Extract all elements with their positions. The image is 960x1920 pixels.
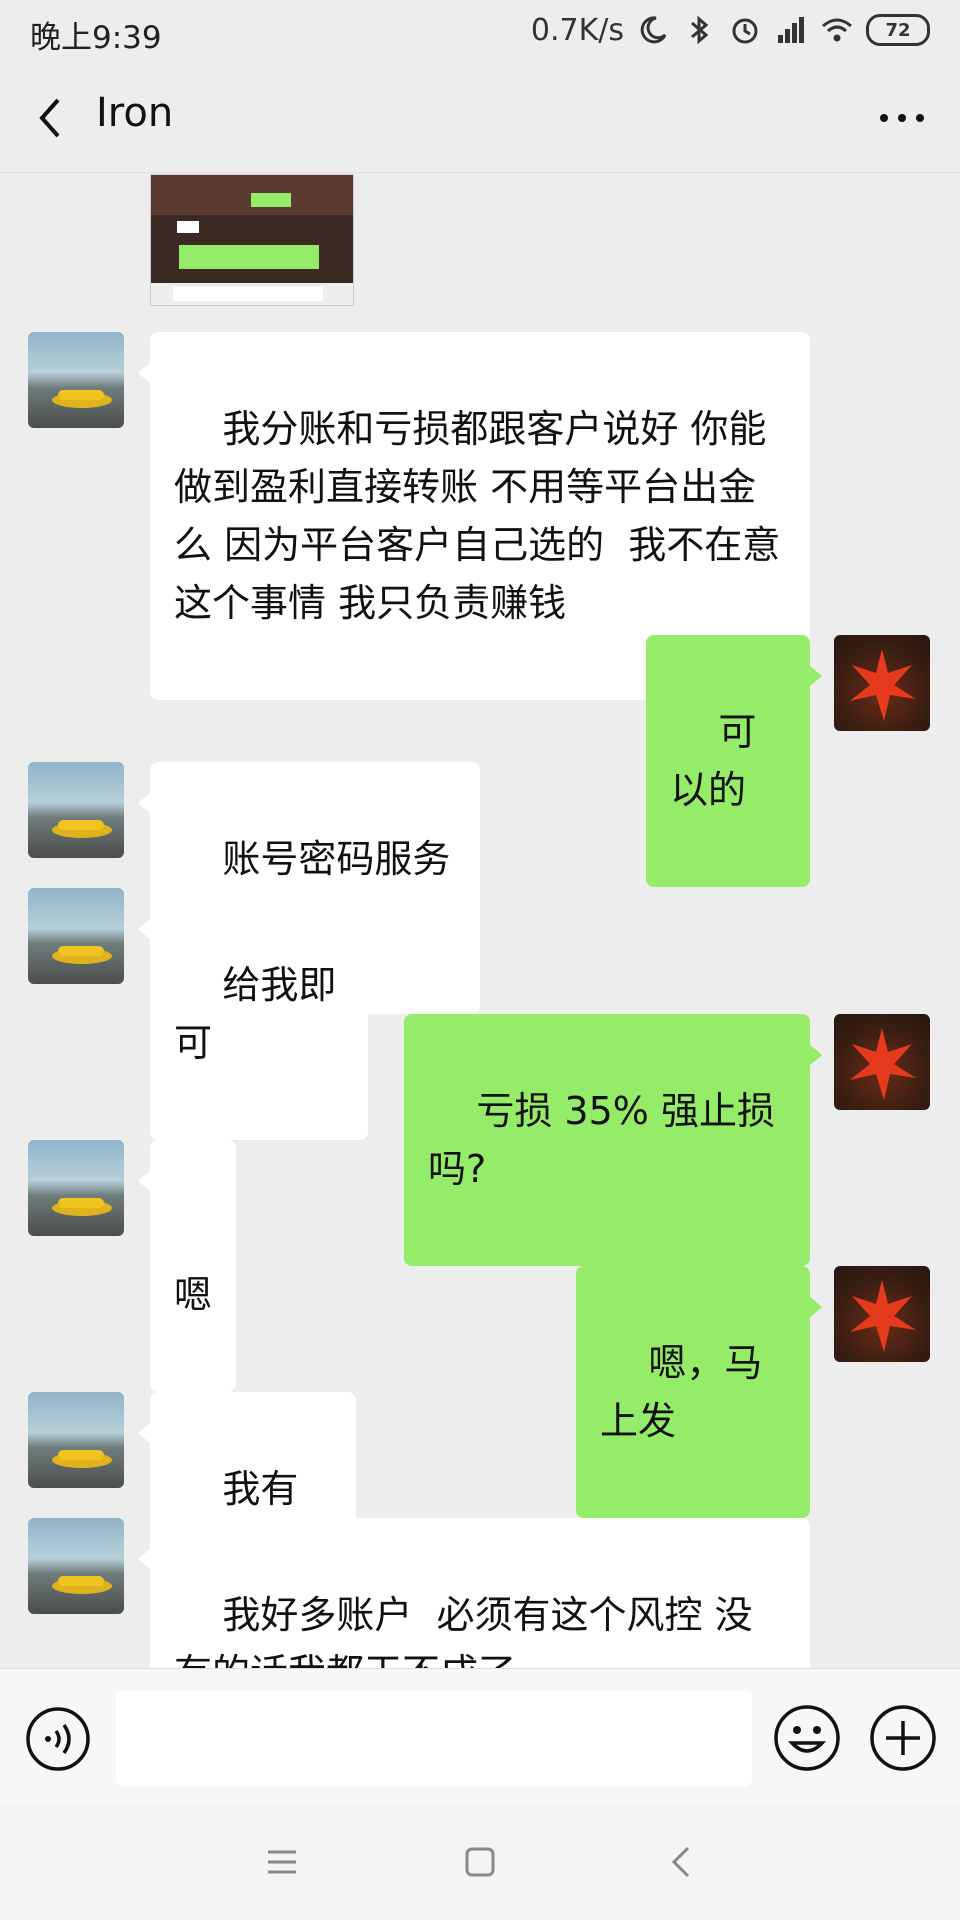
status-bar: 晚上9:39 0.7K/s 72 (0, 0, 960, 60)
image-message[interactable] (150, 174, 354, 306)
moon-icon (640, 16, 667, 44)
message-bubble[interactable]: 嗯 (138, 1140, 236, 1392)
network-speed: 0.7K/s (530, 12, 624, 48)
message-bubble[interactable]: 给我即可 (138, 888, 368, 1140)
screenshot-thumbnail (151, 175, 353, 305)
contact-avatar[interactable] (28, 1518, 124, 1614)
chevron-left-icon[interactable] (26, 90, 76, 146)
contact-avatar[interactable] (28, 1140, 124, 1236)
message-text: 给我即可 (174, 963, 337, 1065)
plus-icon[interactable] (868, 1703, 938, 1773)
contact-avatar[interactable] (28, 762, 124, 858)
bluetooth-icon (691, 15, 709, 45)
chat-title: Iron (96, 90, 174, 136)
contact-avatar[interactable] (28, 1392, 124, 1488)
input-bar (0, 1668, 960, 1805)
chat-header: Iron (0, 60, 960, 173)
message-bubble[interactable]: 我好多账户 必须有这个风控 没有的话我都干不成了 (138, 1518, 810, 1668)
my-avatar[interactable] (834, 635, 930, 731)
more-icon[interactable] (872, 90, 932, 146)
message-text: 我好多账户 必须有这个风控 没有的话我都干不成了 (174, 1593, 753, 1668)
my-avatar[interactable] (834, 1014, 930, 1110)
my-avatar[interactable] (834, 1266, 930, 1362)
status-time: 晚上9:39 (30, 20, 162, 56)
menu-icon[interactable] (262, 1842, 302, 1882)
message-input[interactable] (116, 1691, 752, 1787)
contact-avatar[interactable] (28, 332, 124, 428)
status-icons: 0.7K/s 72 (531, 10, 930, 50)
message-text: 可以的 (670, 710, 757, 812)
contact-avatar[interactable] (28, 888, 124, 984)
message-text: 亏损 35% 强止损吗? (428, 1089, 775, 1191)
voice-icon[interactable] (24, 1705, 92, 1773)
system-nav-bar (0, 1804, 960, 1920)
battery-icon: 72 (866, 14, 930, 46)
message-bubble[interactable]: 嗯，马上发 (576, 1266, 822, 1518)
back-icon[interactable] (662, 1842, 702, 1882)
message-text: 我分账和亏损都跟客户说好 你能做到盈利直接转账 不用等平台出金么 因为平台客户自… (174, 407, 781, 625)
message-bubble[interactable]: 可以的 (646, 635, 822, 887)
message-text: 嗯，马上发 (600, 1341, 763, 1443)
wifi-icon (822, 18, 852, 42)
message-bubble[interactable]: 亏损 35% 强止损吗? (404, 1014, 822, 1266)
emoji-icon[interactable] (772, 1703, 842, 1773)
message-list[interactable]: 我分账和亏损都跟客户说好 你能做到盈利直接转账 不用等平台出金么 因为平台客户自… (0, 172, 960, 1668)
alarm-icon (732, 18, 758, 44)
message-text: 嗯 (174, 1273, 213, 1317)
signal-icon (778, 17, 804, 43)
home-icon[interactable] (460, 1842, 500, 1882)
